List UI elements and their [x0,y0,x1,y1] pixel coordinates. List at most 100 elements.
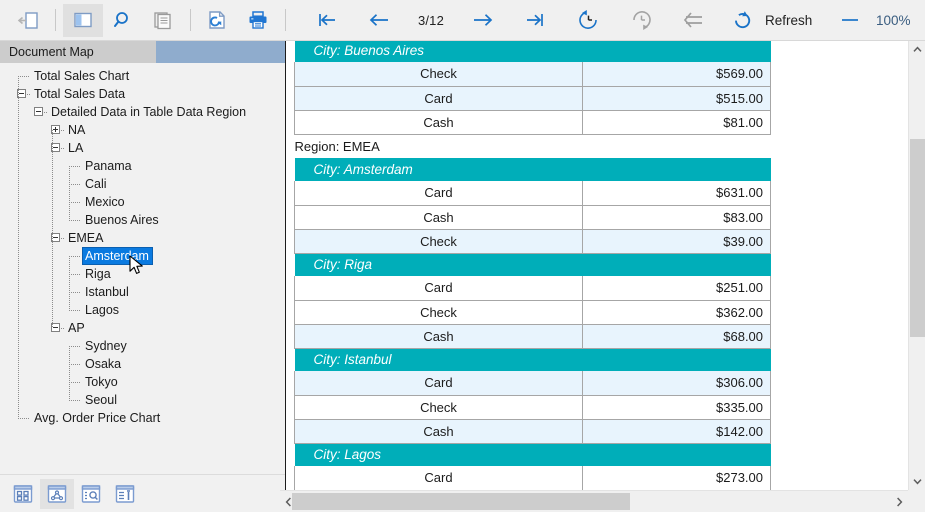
tree-item-amsterdam[interactable]: Amsterdam [0,247,285,265]
page-indicator[interactable]: 3/12 [409,13,453,28]
table-row: Check $569.00 [294,62,772,87]
tree-item-panama[interactable]: Panama [0,157,285,175]
tree-connector [69,184,80,185]
tree-item-label: EMEA [68,231,104,245]
payment-type-cell: Check [294,395,583,420]
search-panel-icon[interactable] [74,479,108,509]
tree-item-detailed-data-in-table-data-region[interactable]: Detailed Data in Table Data Region [0,103,285,121]
scroll-down-button[interactable] [909,473,925,490]
tree-item-label: Total Sales Data [34,87,126,101]
tree-item-label: Riga [85,267,111,281]
tree-item-label: LA [68,141,84,155]
tree-item-riga[interactable]: Riga [0,265,285,283]
tree-item-cali[interactable]: Cali [0,175,285,193]
tree-item-ap[interactable]: AP [0,319,285,337]
tree-guide-line [52,130,53,328]
tree-item-emea[interactable]: EMEA [0,229,285,247]
payment-type-cell: Card [294,181,583,206]
tree-item-osaka[interactable]: Osaka [0,355,285,373]
tree-item-buenos-aires[interactable]: Buenos Aires [0,211,285,229]
table-row: Cash $81.00 [294,110,772,135]
horizontal-scrollbar-thumb[interactable] [292,493,630,510]
tree-item-tokyo[interactable]: Tokyo [0,373,285,391]
tree-item-total-sales-chart[interactable]: Total Sales Chart [0,67,285,85]
tab-document-map[interactable]: Document Map [0,41,156,63]
city-header-row: City: Riga [294,253,771,276]
zoom-level[interactable]: 100% [870,13,916,28]
report-viewer-window: 3/12 Refresh 100% Document Map Total Sal… [0,0,925,512]
refresh-icon[interactable] [723,4,763,37]
tree-item-label: Istanbul [85,285,129,299]
scroll-right-button[interactable] [891,491,908,512]
tree-item-lagos[interactable]: Lagos [0,301,285,319]
payment-type-cell: Card [294,466,583,490]
next-page-icon[interactable] [463,4,503,37]
tree-item-na[interactable]: NA [0,121,285,139]
tree-item-total-sales-data[interactable]: Total Sales Data [0,85,285,103]
vertical-scrollbar-thumb[interactable] [910,139,925,337]
tree-item-label: Amsterdam [82,247,153,265]
print-icon[interactable] [238,4,278,37]
scroll-up-button[interactable] [909,41,925,58]
search-icon[interactable] [103,4,143,37]
amount-cell: $273.00 [582,466,772,490]
tree-connector [18,418,29,419]
payment-type-cell: Card [294,86,583,111]
tree-connector [69,202,80,203]
report-content-area[interactable]: City: Buenos Aires Check $569.00 Card $515.0… [294,41,894,490]
tree-item-sydney[interactable]: Sydney [0,337,285,355]
tree-connector [69,364,80,365]
tree-connector [69,274,80,275]
vertical-scrollbar[interactable] [908,41,925,490]
city-header-row: City: Amsterdam [294,158,771,181]
side-panel-tabstrip: Document Map [0,41,285,63]
tree-item-label: Total Sales Chart [34,69,130,83]
tree-connector [69,382,80,383]
parameters-panel-icon[interactable] [108,479,142,509]
payment-type-cell: Cash [294,110,583,135]
document-map-panel-icon[interactable] [40,478,74,509]
city-header-label: City: Lagos [294,443,771,466]
payment-type-cell: Check [294,300,583,325]
go-to-parent-report-icon [673,4,713,37]
tab-document-map-label: Document Map [9,45,94,59]
panel-splitter[interactable] [285,41,286,512]
table-row: Check $335.00 [294,395,772,420]
history-back-icon[interactable] [569,4,609,37]
tree-item-avg-order-price-chart[interactable]: Avg. Order Price Chart [0,409,285,427]
side-panel: Document Map Total Sales Chart Total Sale… [0,41,285,512]
last-page-icon[interactable] [515,4,555,37]
tree-item-label: Seoul [85,393,117,407]
city-header-row: City: Lagos [294,443,771,466]
tree-item-label: Panama [85,159,132,173]
tree-item-istanbul[interactable]: Istanbul [0,283,285,301]
tree-connector [69,400,80,401]
amount-cell: $68.00 [582,324,772,349]
refresh-document-icon[interactable] [198,4,238,37]
document-map-tree[interactable]: Total Sales Chart Total Sales Data Detaile… [0,63,285,512]
tree-item-label: Mexico [85,195,125,209]
tree-connector [27,94,31,95]
payment-type-cell: Check [294,229,583,254]
tree-connector [69,256,80,257]
back-to-parent-page-icon[interactable] [8,4,48,37]
tree-guide-line [69,166,70,220]
tree-item-mexico[interactable]: Mexico [0,193,285,211]
collapse-icon[interactable] [34,107,43,116]
tree-item-seoul[interactable]: Seoul [0,391,285,409]
previous-page-icon[interactable] [359,4,399,37]
page-layout-icon[interactable] [143,4,183,37]
horizontal-scrollbar[interactable] [280,490,925,512]
thumbnails-panel-icon[interactable] [6,479,40,509]
tree-connector [44,112,48,113]
payment-type-cell: Cash [294,324,583,349]
tree-item-la[interactable]: LA [0,139,285,157]
refresh-button[interactable]: Refresh [763,13,814,28]
zoom-in-button[interactable] [916,4,925,37]
table-row: Cash $142.00 [294,419,772,444]
tree-item-label: Lagos [85,303,120,317]
toggle-side-panel-icon[interactable] [63,3,103,37]
table-row: Card $631.00 [294,181,772,206]
zoom-out-button[interactable] [830,4,870,37]
first-page-icon[interactable] [307,4,347,37]
